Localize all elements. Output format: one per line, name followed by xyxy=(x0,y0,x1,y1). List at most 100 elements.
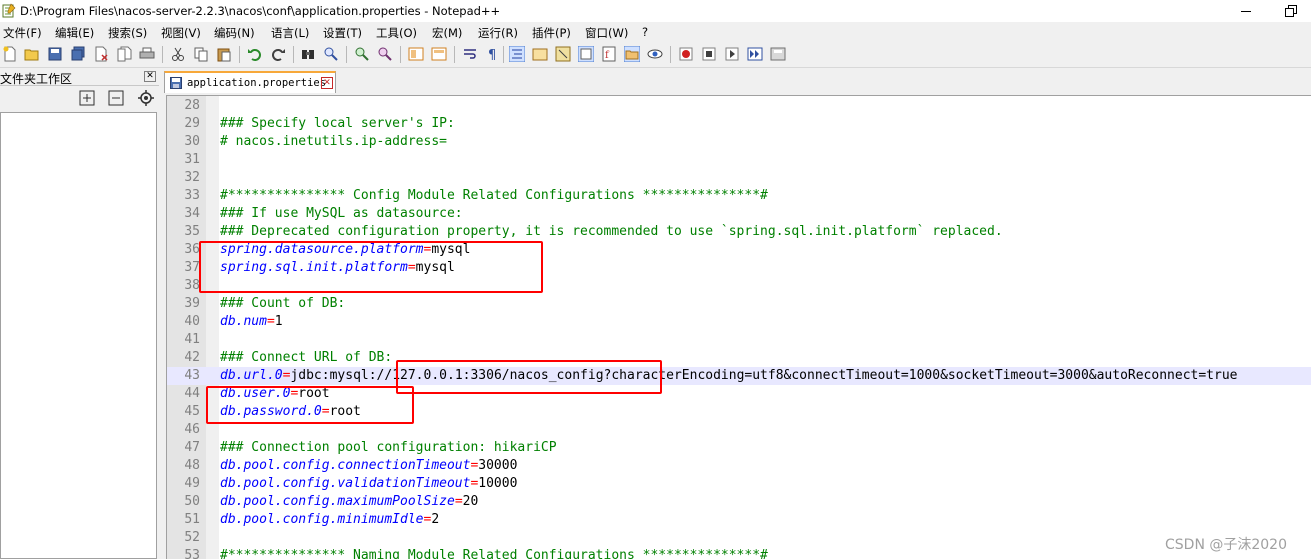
close-all-icon[interactable] xyxy=(116,46,132,62)
tab-application-properties[interactable]: application.properties ✕ xyxy=(164,71,336,93)
toolbar-separator xyxy=(670,46,671,63)
code-line[interactable]: 48 db.pool.config.connectionTimeout=30000 xyxy=(167,457,1311,475)
doc-map-icon[interactable] xyxy=(555,46,571,62)
menu-window[interactable]: 窗口(W) xyxy=(585,25,628,41)
locate-current-file-icon[interactable] xyxy=(138,90,154,106)
print-icon[interactable] xyxy=(139,46,155,62)
menu-file[interactable]: 文件(F) xyxy=(3,25,42,41)
open-file-icon[interactable] xyxy=(24,46,40,62)
toolbar-separator xyxy=(503,46,504,63)
token-comment: ### Specify local server's IP: xyxy=(220,116,455,131)
token-val: 1 xyxy=(274,314,283,329)
cut-icon[interactable] xyxy=(170,46,186,62)
token-val: 10000 xyxy=(478,476,518,491)
zoom-in-icon[interactable] xyxy=(354,46,370,62)
line-code: ### Connection pool configuration: hikar… xyxy=(220,439,557,457)
code-line[interactable]: 51 db.pool.config.minimumIdle=2 xyxy=(167,511,1311,529)
code-line[interactable]: 39 ### Count of DB: xyxy=(167,295,1311,313)
save-macro-icon[interactable] xyxy=(770,46,786,62)
menu-help[interactable]: ? xyxy=(642,25,648,39)
collapse-all-icon[interactable] xyxy=(108,90,124,106)
code-line[interactable]: 32 xyxy=(167,169,1311,187)
token-comment: # nacos.inetutils.ip-address= xyxy=(220,134,447,149)
line-number: 40 xyxy=(184,314,200,329)
code-line[interactable]: 41 xyxy=(167,331,1311,349)
line-number: 45 xyxy=(184,404,200,419)
toolbar-separator xyxy=(454,46,455,63)
code-line[interactable]: 49 db.pool.config.validationTimeout=10000 xyxy=(167,475,1311,493)
token-val: 20 xyxy=(462,494,479,509)
save-all-icon[interactable] xyxy=(70,46,86,62)
line-number: 42 xyxy=(184,350,200,365)
new-file-icon[interactable] xyxy=(2,46,18,62)
line-number: 30 xyxy=(184,134,200,149)
zoom-out-icon[interactable] xyxy=(377,46,393,62)
menu-run[interactable]: 运行(R) xyxy=(478,25,518,41)
line-number: 34 xyxy=(184,206,200,221)
token-val: 30000 xyxy=(478,458,518,473)
sync-vertical-icon[interactable] xyxy=(408,46,424,62)
token-key: db.url.0 xyxy=(220,368,283,383)
undo-icon[interactable] xyxy=(247,46,263,62)
line-number: 49 xyxy=(184,476,200,491)
menu-search[interactable]: 搜索(S) xyxy=(108,25,147,41)
toolbar-separator xyxy=(293,46,294,63)
svg-text:¶: ¶ xyxy=(488,48,496,62)
code-line[interactable]: 53 #*************** Naming Module Related… xyxy=(167,547,1311,559)
line-number: 29 xyxy=(184,116,200,131)
monitoring-icon[interactable] xyxy=(647,46,663,62)
code-line[interactable]: 28 xyxy=(167,97,1311,115)
close-file-icon[interactable] xyxy=(93,46,109,62)
redo-icon[interactable] xyxy=(270,46,286,62)
menu-encoding[interactable]: 编码(N) xyxy=(214,25,255,41)
folder-workspace-icon[interactable] xyxy=(624,46,640,62)
expand-all-icon[interactable] xyxy=(79,90,95,106)
panel-close-button[interactable]: ✕ xyxy=(144,71,156,82)
menu-language[interactable]: 语言(L) xyxy=(271,25,309,41)
menu-macro[interactable]: 宏(M) xyxy=(432,25,462,41)
line-number: 46 xyxy=(184,422,200,437)
run-macro-multiple-icon[interactable] xyxy=(747,46,763,62)
menu-view[interactable]: 视图(V) xyxy=(161,25,201,41)
word-wrap-icon[interactable] xyxy=(462,46,478,62)
paste-icon[interactable] xyxy=(216,46,232,62)
replace-icon[interactable] xyxy=(323,46,339,62)
code-line[interactable]: 40 db.num=1 xyxy=(167,313,1311,331)
code-line[interactable]: 30 # nacos.inetutils.ip-address= xyxy=(167,133,1311,151)
line-code: ### Connect URL of DB: xyxy=(220,349,392,367)
find-icon[interactable] xyxy=(300,46,316,62)
function-list-icon[interactable]: f xyxy=(601,46,617,62)
code-line[interactable]: 34 ### If use MySQL as datasource: xyxy=(167,205,1311,223)
stop-macro-icon[interactable] xyxy=(701,46,717,62)
copy-icon[interactable] xyxy=(193,46,209,62)
toolbar-separator xyxy=(162,46,163,63)
sync-horizontal-icon[interactable] xyxy=(431,46,447,62)
code-editor[interactable]: 28 29 ### Specify local server's IP: 30 # na… xyxy=(166,95,1311,559)
code-line[interactable]: 35 ### Deprecated configuration property,… xyxy=(167,223,1311,241)
menu-settings[interactable]: 设置(T) xyxy=(323,25,362,41)
minimize-button[interactable] xyxy=(1230,0,1260,22)
indent-guide-icon[interactable] xyxy=(509,46,525,62)
code-line[interactable]: 52 xyxy=(167,529,1311,547)
menu-tools[interactable]: 工具(O) xyxy=(376,25,417,41)
save-icon[interactable] xyxy=(47,46,63,62)
menu-edit[interactable]: 编辑(E) xyxy=(55,25,94,41)
play-macro-icon[interactable] xyxy=(724,46,740,62)
code-line[interactable]: 31 xyxy=(167,151,1311,169)
code-line[interactable]: 29 ### Specify local server's IP: xyxy=(167,115,1311,133)
code-line[interactable]: 33 #*************** Config Module Related… xyxy=(167,187,1311,205)
record-macro-icon[interactable] xyxy=(678,46,694,62)
user-language-icon[interactable] xyxy=(532,46,548,62)
doc-list-icon[interactable] xyxy=(578,46,594,62)
saved-file-icon xyxy=(170,77,182,89)
menu-plugins[interactable]: 插件(P) xyxy=(532,25,571,41)
code-line[interactable]: 43 db.url.0=jdbc:mysql://127.0.0.1:3306/n… xyxy=(167,367,1311,385)
folder-tree[interactable] xyxy=(0,112,157,559)
show-all-chars-icon[interactable]: ¶ xyxy=(485,46,501,62)
code-line[interactable]: 47 ### Connection pool configuration: hik… xyxy=(167,439,1311,457)
tab-close-button[interactable]: ✕ xyxy=(321,77,333,89)
code-line[interactable]: 50 db.pool.config.maximumPoolSize=20 xyxy=(167,493,1311,511)
code-line[interactable]: 42 ### Connect URL of DB: xyxy=(167,349,1311,367)
restore-button[interactable] xyxy=(1276,0,1306,22)
notepad-plus-plus-window: D:\Program Files\nacos-server-2.2.3\naco… xyxy=(0,0,1311,559)
